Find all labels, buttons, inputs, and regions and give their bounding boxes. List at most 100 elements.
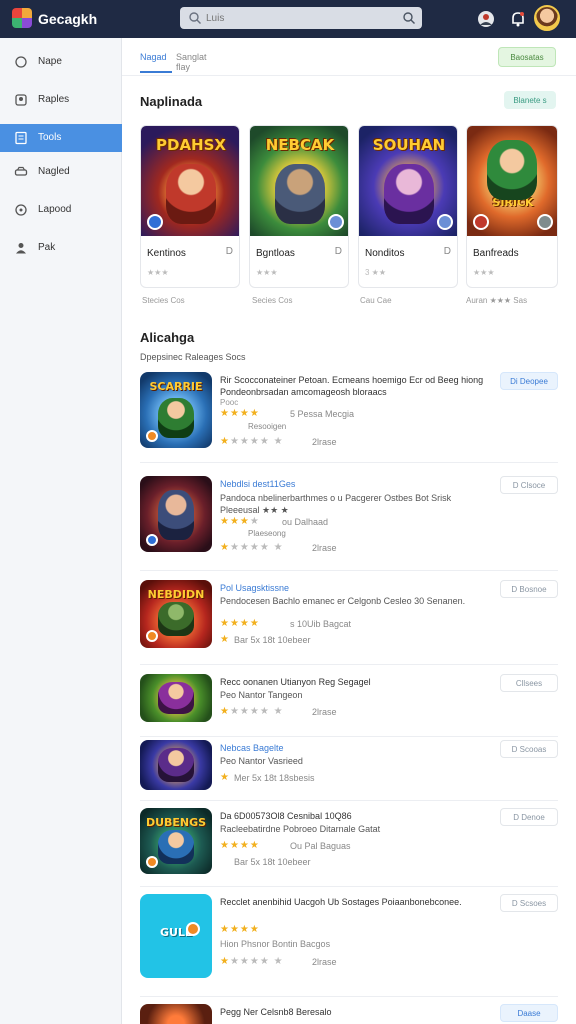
item-thumbnail[interactable] — [140, 674, 212, 722]
item-rating: ★★★★ — [220, 840, 260, 851]
card-footer-text: Auran ★★★ Sas — [466, 296, 528, 305]
featured-more-button[interactable]: Blanete s — [504, 91, 556, 109]
list-item[interactable]: NEBDIDN Pol Usagsktissne Pendocesen Bach… — [140, 580, 558, 656]
list-item[interactable]: Recc oonanen Utianyon Reg Segagel Peo Na… — [140, 674, 558, 730]
featured-card[interactable]: NEBCAK Bgntloas D ★★★ — [249, 125, 349, 288]
item-meta: Bar 5x 18t 10ebeer — [234, 857, 311, 867]
featured-card[interactable]: SIRICK Banfreads ★★★ — [466, 125, 558, 288]
card-stars: ★★★ — [147, 268, 169, 277]
thumb-character — [158, 682, 194, 714]
divider — [140, 736, 558, 737]
sidebar-item-home[interactable]: Nape — [0, 48, 122, 76]
item-title: Recc oonanen Utianyon Reg Segagel — [220, 677, 371, 687]
item-meta: 2lrase — [312, 707, 337, 717]
card-stars: ★★★ — [473, 268, 495, 277]
item-rating-secondary: ★ — [220, 634, 230, 645]
tab-sanglat[interactable]: Sanglat flay — [176, 52, 207, 72]
card-art-title: SOUHAN — [372, 136, 446, 154]
divider — [140, 570, 558, 571]
item-title: Nebcas Bagelte — [220, 743, 284, 753]
item-description: Recclet anenbihid Uacgoh Ub Sostages Poi… — [220, 897, 462, 907]
thumb-badge-icon — [146, 856, 158, 868]
thumb-badge-icon — [146, 630, 158, 642]
divider — [140, 886, 558, 887]
card-name: Kentinos — [147, 248, 186, 259]
person-icon — [16, 243, 26, 254]
user-icon — [15, 94, 27, 106]
card-art: NEBCAK — [250, 126, 348, 236]
item-description: Peo Nantor Vasrieed — [220, 756, 303, 766]
sidebar-item-tools[interactable]: Tools — [0, 124, 122, 152]
list-item[interactable]: GULL Recclet anenbihid Uacgoh Ub Sostage… — [140, 894, 558, 980]
card-badge-icon — [147, 214, 163, 230]
item-action-button[interactable]: Cllsees — [500, 674, 558, 692]
card-footer-text: Stecies Cos — [142, 296, 185, 305]
item-rating-secondary: ★★★★★ ★ — [220, 956, 284, 967]
search-input[interactable] — [206, 10, 396, 26]
thumb-title: DUBENGS — [145, 816, 207, 829]
list-item[interactable]: Pegg Ner Celsnb8 Beresalo Daase — [140, 1004, 558, 1024]
card-character — [275, 164, 325, 224]
item-thumbnail[interactable] — [140, 1004, 212, 1024]
clock-icon — [15, 204, 27, 216]
card-badge-icon — [328, 214, 344, 230]
app-logo[interactable] — [12, 8, 32, 28]
sidebar-item-nagled[interactable]: Nagled — [0, 158, 122, 186]
card-art: SIRICK — [467, 126, 557, 236]
sidebar-item-label: Raples — [38, 94, 70, 105]
item-action-button[interactable]: D Scooas — [500, 740, 558, 758]
item-action-button[interactable]: Di Deopee — [500, 372, 558, 390]
sidebar-item-pak[interactable]: Pak — [0, 234, 122, 262]
card-footer-text: Cau Cae — [360, 296, 392, 305]
search-submit-icon[interactable] — [402, 11, 416, 25]
item-action-button[interactable]: D Clsoce — [500, 476, 558, 494]
search-bar[interactable] — [180, 7, 422, 29]
sidebar-item-raples[interactable]: Raples — [0, 86, 122, 114]
item-action-button[interactable]: Daase — [500, 1004, 558, 1022]
item-action-button[interactable]: D Bosnoe — [500, 580, 558, 598]
item-action-button[interactable]: D Scsoes — [500, 894, 558, 912]
item-thumbnail[interactable] — [140, 476, 212, 552]
divider — [140, 664, 558, 665]
item-thumbnail[interactable]: NEBDIDN — [140, 580, 212, 648]
profile-icon[interactable] — [476, 9, 496, 29]
thumb-title: NEBDIDN — [147, 588, 205, 601]
item-meta: 2lrase — [312, 437, 337, 447]
card-art: SOUHAN — [359, 126, 457, 236]
item-subtext: Plaeseong — [248, 529, 286, 538]
item-thumbnail[interactable]: GULL — [140, 894, 212, 978]
tab-nagad[interactable]: Nagad — [140, 52, 167, 62]
item-thumbnail[interactable] — [140, 740, 212, 790]
featured-card[interactable]: PDAHSX Kentinos D ★★★ — [140, 125, 240, 288]
item-title: Da 6D00573Ol8 Cesnibal 10Q86 — [220, 811, 352, 821]
thumb-character — [158, 490, 194, 540]
item-thumbnail[interactable]: DUBENGS — [140, 808, 212, 874]
item-description: Pandoca nbelinerbarthmes o u Pacgerer Os… — [220, 493, 452, 515]
item-description: Peo Nantor Tangeon — [220, 690, 303, 700]
user-avatar[interactable] — [534, 5, 560, 31]
card-character — [384, 164, 434, 224]
list-item[interactable]: DUBENGS Da 6D00573Ol8 Cesnibal 10Q86 Rac… — [140, 808, 558, 880]
item-title: Pegg Ner Celsnb8 Beresalo — [220, 1007, 332, 1017]
sidebar-item-lapood[interactable]: Lapood — [0, 196, 122, 224]
list-item[interactable]: Nebcas Bagelte Peo Nantor Vasrieed ★ Mer… — [140, 740, 558, 796]
card-name: Bgntloas — [256, 248, 295, 259]
item-description: Pendocesen Bachlo emanec er Celgonb Cesl… — [220, 596, 466, 606]
featured-more-label: Blanete s — [513, 95, 547, 105]
item-rating: ★ — [220, 772, 230, 783]
item-rating: ★★★★ — [220, 618, 260, 629]
header-action-button[interactable]: Baosatas — [498, 47, 556, 67]
featured-card[interactable]: SOUHAN Nonditos D 3 ★★ — [358, 125, 458, 288]
item-thumbnail[interactable]: SCARRIE — [140, 372, 212, 448]
card-character — [487, 140, 537, 200]
home-icon — [15, 56, 27, 68]
tab-indicator — [140, 71, 172, 73]
card-badge-icon — [473, 214, 489, 230]
item-action-button[interactable]: D Denoe — [500, 808, 558, 826]
item-meta: 2lrase — [312, 543, 337, 553]
list-item[interactable]: Nebdlsi dest11Ges Pandoca nbelinerbarthm… — [140, 476, 558, 556]
notification-icon[interactable] — [508, 9, 528, 29]
list-item[interactable]: SCARRIE Rir Scocconateiner Petoan. Ecmea… — [140, 372, 558, 452]
item-rating-text: s 10Uib Bagcat — [290, 619, 352, 629]
thumb-character — [158, 398, 194, 438]
